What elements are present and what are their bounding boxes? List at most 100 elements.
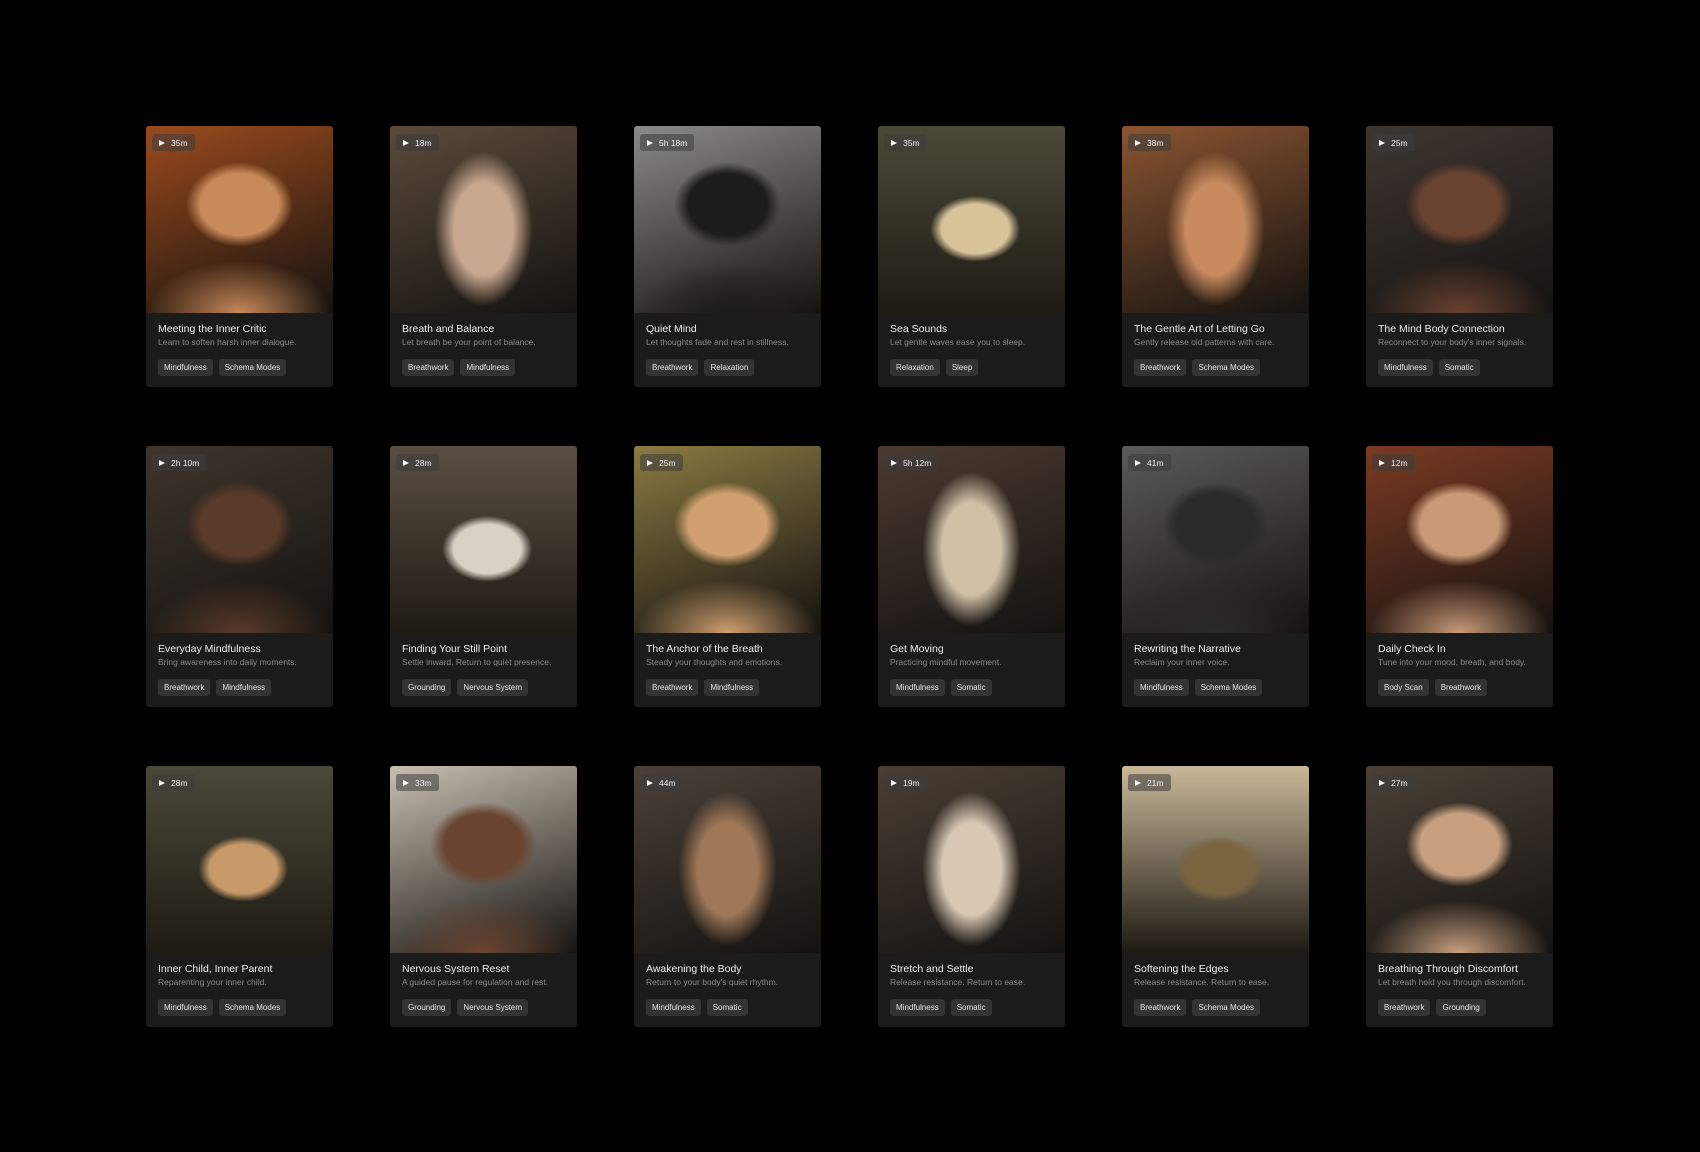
tag-chip[interactable]: Breathwork bbox=[1134, 999, 1187, 1016]
session-title: Nervous System Reset bbox=[402, 963, 510, 975]
session-thumbnail[interactable]: 41m bbox=[1122, 446, 1309, 633]
tag-chip[interactable]: Mindfulness bbox=[1378, 359, 1433, 376]
duration-label: 35m bbox=[903, 137, 920, 148]
tag-chip[interactable]: Sleep bbox=[945, 359, 979, 376]
session-thumbnail[interactable]: 28m bbox=[146, 766, 333, 953]
session-card[interactable]: 25m The Mind Body Connection Reconnect to … bbox=[1366, 126, 1553, 387]
tag-chip[interactable]: Mindfulness bbox=[460, 359, 516, 376]
session-card[interactable]: 2h 10m Everyday Mindfulness Bring awarenes… bbox=[146, 446, 333, 707]
session-card[interactable]: 5h 12m Get Moving Practicing mindful movem… bbox=[878, 446, 1065, 707]
duration-badge[interactable]: 28m bbox=[396, 454, 439, 471]
session-card[interactable]: 35m Sea Sounds Let gentle waves ease you t… bbox=[878, 126, 1065, 387]
session-subtitle: Release resistance. Return to ease. bbox=[890, 977, 1026, 987]
session-info: Finding Your Still Point Settle inward. R… bbox=[390, 633, 577, 696]
tag-chip[interactable]: Schema Modes bbox=[1194, 679, 1263, 696]
session-thumbnail[interactable]: 19m bbox=[878, 766, 1065, 953]
tag-chip[interactable]: Mindfulness bbox=[216, 679, 272, 696]
tag-chip[interactable]: Mindfulness bbox=[1134, 679, 1189, 696]
tag-chip[interactable]: Mindfulness bbox=[646, 999, 701, 1016]
tag-chip[interactable]: Schema Modes bbox=[1192, 999, 1261, 1016]
session-card[interactable]: 5h 18m Quiet Mind Let thoughts fade and re… bbox=[634, 126, 821, 387]
tag-chip[interactable]: Nervous System bbox=[457, 999, 529, 1016]
session-thumbnail[interactable]: 38m bbox=[1122, 126, 1309, 313]
session-thumbnail[interactable]: 12m bbox=[1366, 446, 1553, 633]
duration-label: 5h 18m bbox=[659, 137, 688, 148]
session-subtitle: Reclaim your inner voice. bbox=[1134, 657, 1230, 667]
session-card[interactable]: 33m Nervous System Reset A guided pause fo… bbox=[390, 766, 577, 1027]
session-thumbnail[interactable]: 28m bbox=[390, 446, 577, 633]
session-card[interactable]: 41m Rewriting the Narrative Reclaim your i… bbox=[1122, 446, 1309, 707]
duration-badge[interactable]: 25m bbox=[640, 454, 683, 471]
session-thumbnail[interactable]: 18m bbox=[390, 126, 577, 313]
duration-badge[interactable]: 2h 10m bbox=[152, 454, 207, 471]
tag-chip[interactable]: Breathwork bbox=[1378, 999, 1431, 1016]
duration-badge[interactable]: 25m bbox=[1372, 134, 1415, 151]
session-card[interactable]: 25m The Anchor of the Breath Steady your t… bbox=[634, 446, 821, 707]
tag-chip[interactable]: Schema Modes bbox=[218, 999, 287, 1016]
duration-badge[interactable]: 38m bbox=[1128, 134, 1171, 151]
session-thumbnail[interactable]: 44m bbox=[634, 766, 821, 953]
tag-chip[interactable]: Schema Modes bbox=[218, 359, 287, 376]
duration-badge[interactable]: 27m bbox=[1372, 774, 1415, 791]
tag-list: Grounding Nervous System bbox=[402, 679, 565, 696]
duration-badge[interactable]: 19m bbox=[884, 774, 927, 791]
tag-chip[interactable]: Breathwork bbox=[646, 359, 699, 376]
session-thumbnail[interactable]: 25m bbox=[1366, 126, 1553, 313]
tag-chip[interactable]: Breathwork bbox=[1134, 359, 1187, 376]
session-thumbnail[interactable]: 5h 12m bbox=[878, 446, 1065, 633]
tag-chip[interactable]: Somatic bbox=[706, 999, 748, 1016]
session-card[interactable]: 28m Inner Child, Inner Parent Reparenting … bbox=[146, 766, 333, 1027]
duration-badge[interactable]: 5h 12m bbox=[884, 454, 939, 471]
session-card[interactable]: 21m Softening the Edges Release resistance… bbox=[1122, 766, 1309, 1027]
tag-chip[interactable]: Nervous System bbox=[457, 679, 529, 696]
tag-chip[interactable]: Mindfulness bbox=[158, 999, 213, 1016]
session-thumbnail[interactable]: 35m bbox=[146, 126, 333, 313]
tag-chip[interactable]: Body Scan bbox=[1378, 679, 1429, 696]
session-thumbnail[interactable]: 27m bbox=[1366, 766, 1553, 953]
tag-chip[interactable]: Schema Modes bbox=[1192, 359, 1261, 376]
tag-chip[interactable]: Mindfulness bbox=[158, 359, 213, 376]
session-thumbnail[interactable]: 5h 18m bbox=[634, 126, 821, 313]
session-card[interactable]: 12m Daily Check In Tune into your mood, br… bbox=[1366, 446, 1553, 707]
tag-chip[interactable]: Mindfulness bbox=[890, 679, 945, 696]
session-card[interactable]: 18m Breath and Balance Let breath be your … bbox=[390, 126, 577, 387]
duration-badge[interactable]: 33m bbox=[396, 774, 439, 791]
duration-badge[interactable]: 18m bbox=[396, 134, 439, 151]
session-thumbnail[interactable]: 33m bbox=[390, 766, 577, 953]
duration-badge[interactable]: 41m bbox=[1128, 454, 1171, 471]
tag-chip[interactable]: Somatic bbox=[1438, 359, 1480, 376]
session-card[interactable]: 44m Awakening the Body Return to your body… bbox=[634, 766, 821, 1027]
tag-chip[interactable]: Mindfulness bbox=[890, 999, 945, 1016]
play-icon bbox=[1379, 139, 1385, 146]
session-card[interactable]: 19m Stretch and Settle Release resistance.… bbox=[878, 766, 1065, 1027]
session-thumbnail[interactable]: 25m bbox=[634, 446, 821, 633]
tag-chip[interactable]: Breathwork bbox=[1434, 679, 1488, 696]
duration-badge[interactable]: 44m bbox=[640, 774, 683, 791]
duration-badge[interactable]: 35m bbox=[152, 134, 195, 151]
duration-badge[interactable]: 5h 18m bbox=[640, 134, 695, 151]
duration-badge[interactable]: 35m bbox=[884, 134, 927, 151]
session-card[interactable]: 28m Finding Your Still Point Settle inward… bbox=[390, 446, 577, 707]
tag-chip[interactable]: Breathwork bbox=[158, 679, 211, 696]
tag-chip[interactable]: Grounding bbox=[402, 679, 452, 696]
session-card[interactable]: 35m Meeting the Inner Critic Learn to soft… bbox=[146, 126, 333, 387]
session-card[interactable]: 27m Breathing Through Discomfort Let breat… bbox=[1366, 766, 1553, 1027]
tag-chip[interactable]: Grounding bbox=[402, 999, 452, 1016]
session-thumbnail[interactable]: 35m bbox=[878, 126, 1065, 313]
duration-badge[interactable]: 28m bbox=[152, 774, 195, 791]
tag-chip[interactable]: Relaxation bbox=[890, 359, 940, 376]
session-thumbnail[interactable]: 2h 10m bbox=[146, 446, 333, 633]
tag-chip[interactable]: Breathwork bbox=[646, 679, 699, 696]
session-thumbnail[interactable]: 21m bbox=[1122, 766, 1309, 953]
session-card[interactable]: 38m The Gentle Art of Letting Go Gently re… bbox=[1122, 126, 1309, 387]
duration-badge[interactable]: 12m bbox=[1372, 454, 1415, 471]
tag-chip[interactable]: Breathwork bbox=[402, 359, 455, 376]
tag-chip[interactable]: Somatic bbox=[950, 679, 992, 696]
thumbnail-image bbox=[146, 766, 333, 953]
tag-chip[interactable]: Relaxation bbox=[704, 359, 755, 376]
duration-label: 19m bbox=[903, 777, 920, 788]
tag-chip[interactable]: Mindfulness bbox=[704, 679, 760, 696]
duration-badge[interactable]: 21m bbox=[1128, 774, 1171, 791]
tag-chip[interactable]: Somatic bbox=[950, 999, 992, 1016]
tag-chip[interactable]: Grounding bbox=[1436, 999, 1486, 1016]
